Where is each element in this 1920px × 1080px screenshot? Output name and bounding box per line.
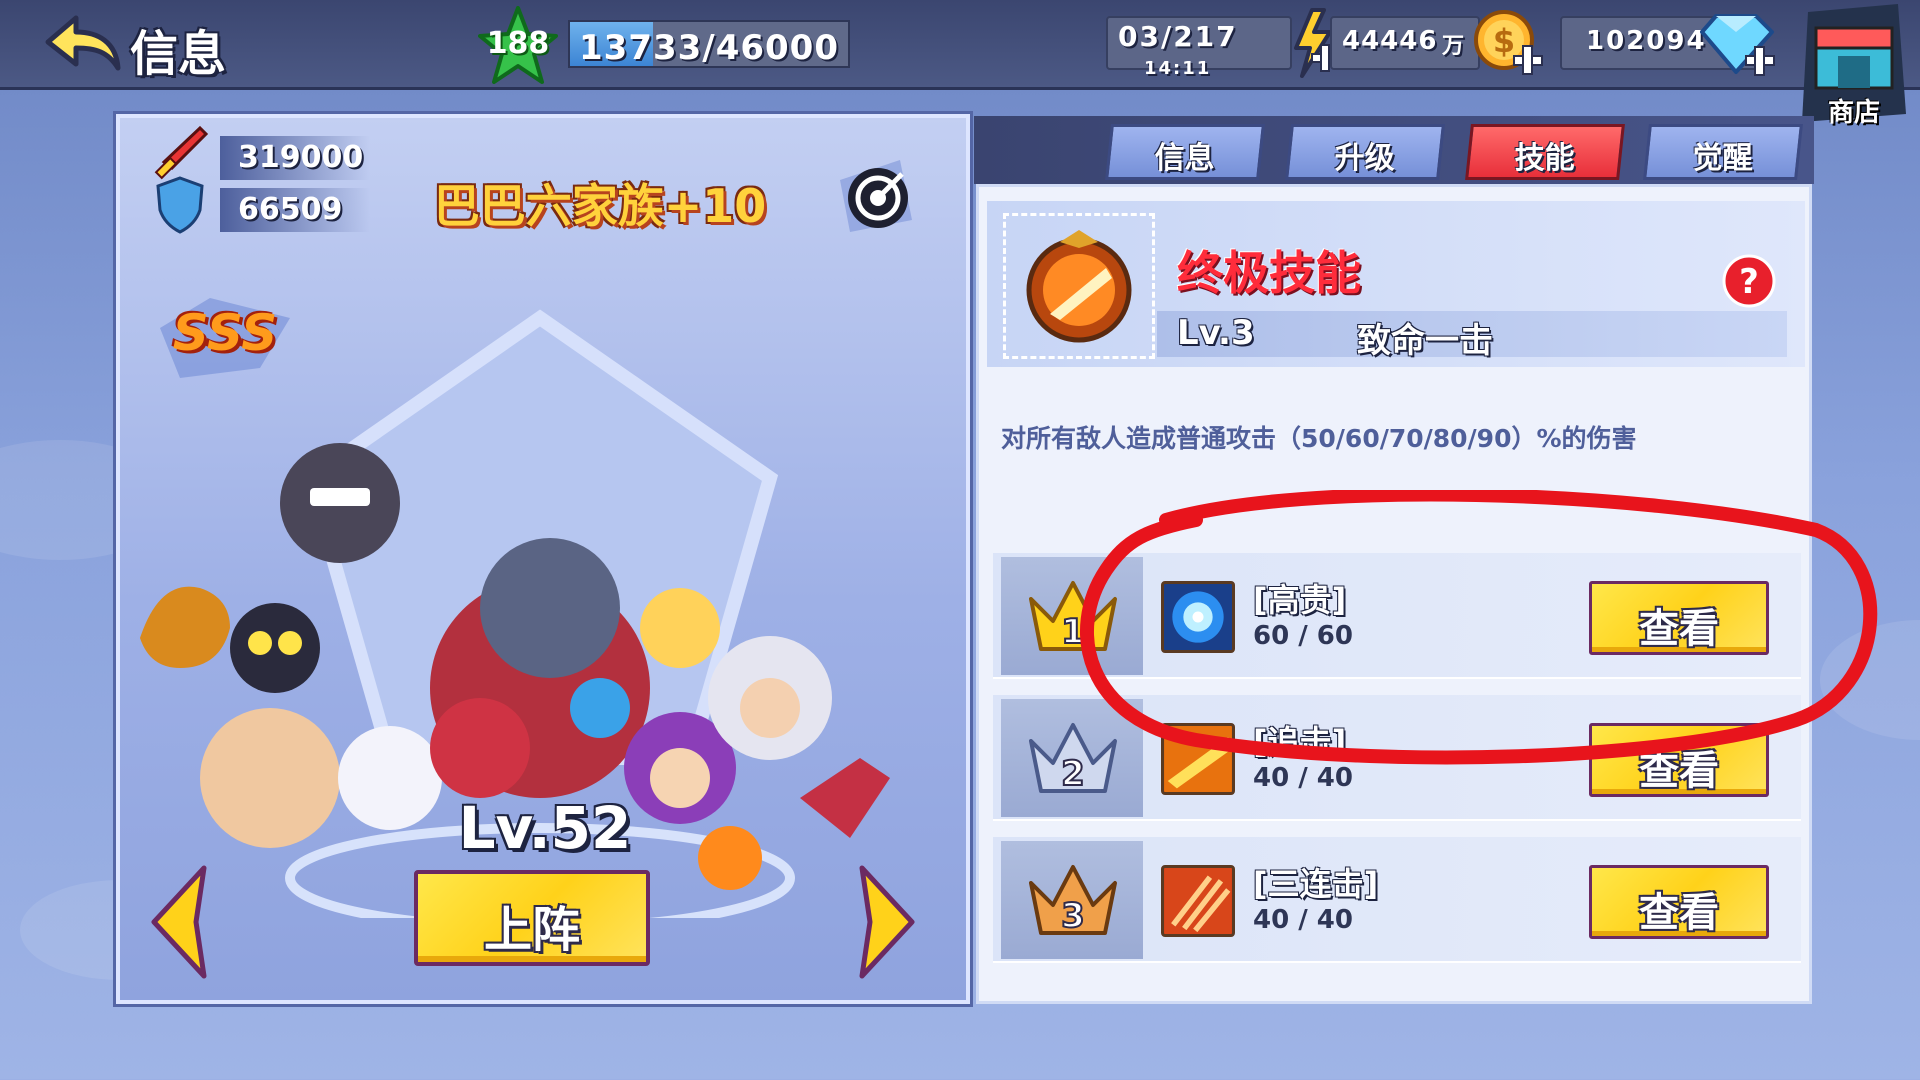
view-label: 查看: [1639, 606, 1719, 652]
gold-coin-icon[interactable]: $: [1470, 6, 1548, 80]
gold-crown-icon: 1: [1029, 581, 1117, 653]
view-skill-button[interactable]: 查看: [1589, 723, 1769, 797]
grade-text: SSS: [172, 304, 278, 362]
tab-label: 技能: [1514, 141, 1575, 176]
diamond-icon[interactable]: [1700, 10, 1780, 80]
stamina-value: 03/217: [1118, 20, 1238, 53]
skill-count: 40 / 40: [1253, 905, 1353, 935]
skill-row: 1 [高贵] 60 / 60 查看: [993, 553, 1801, 679]
previous-arrow-icon[interactable]: [148, 864, 212, 980]
ultimate-skill-header: 终极技能 ? Lv.3 致命一击: [987, 201, 1805, 367]
gem-value: 102094: [1586, 26, 1707, 56]
view-skill-button[interactable]: 查看: [1589, 865, 1769, 939]
skill-count: 60 / 60: [1253, 621, 1353, 651]
view-label: 查看: [1639, 748, 1719, 794]
defense-stat: 66509: [220, 188, 370, 232]
attack-stat: 319000: [220, 136, 370, 180]
help-icon[interactable]: ?: [1721, 253, 1777, 309]
rank-tile: 1: [1001, 557, 1143, 675]
skill-name: [三连击]: [1253, 865, 1379, 903]
view-label: 查看: [1639, 890, 1719, 936]
attack-value: 319000: [238, 140, 364, 175]
skill-row: 3 [三连击] 40 / 40 查看: [993, 837, 1801, 963]
skill-description: 对所有敌人造成普通攻击（50/60/70/80/90）%的伤害: [1001, 424, 1637, 453]
gold-box: 44446 万: [1330, 16, 1480, 70]
bronze-crown-icon: 3: [1029, 865, 1117, 937]
gold-value: 44446: [1342, 26, 1438, 56]
rank-number: 3: [1061, 896, 1085, 936]
skill-name: [高贵]: [1253, 581, 1347, 619]
skill-panel: 终极技能 ? Lv.3 致命一击 对所有敌人造成普通攻击（50/60/70/80…: [976, 184, 1812, 1004]
hero-level: Lv.52: [458, 794, 632, 862]
tab-label: 信息: [1154, 141, 1215, 176]
tab-upgrade[interactable]: 升级: [1285, 124, 1445, 180]
skill-count: 40 / 40: [1253, 763, 1353, 793]
tab-skills[interactable]: 技能: [1465, 124, 1625, 180]
skill-name: [追击]: [1253, 723, 1347, 761]
ultimate-name: 致命一击: [1357, 321, 1493, 361]
next-arrow-icon[interactable]: [854, 864, 918, 980]
back-arrow-icon[interactable]: [42, 12, 122, 74]
rank-number: 2: [1061, 754, 1085, 794]
shop-label: 商店: [1827, 98, 1880, 128]
exp-bar: 13733/46000: [568, 20, 850, 68]
ultimate-level: Lv.3: [1177, 313, 1255, 353]
claw-strike-icon[interactable]: [1161, 865, 1235, 937]
tab-bar: 信息 升级 技能 觉醒: [974, 116, 1814, 184]
ultimate-subtitle-bar: Lv.3 致命一击: [1157, 311, 1787, 361]
tab-awaken[interactable]: 觉醒: [1643, 124, 1803, 180]
silver-crown-icon: 2: [1029, 723, 1117, 795]
rank-number: 1: [1061, 612, 1085, 652]
stamina-box: 03/217 14:11: [1106, 16, 1292, 79]
deploy-button[interactable]: 上阵: [414, 870, 650, 966]
player-level: 188: [486, 26, 550, 61]
view-skill-button[interactable]: 查看: [1589, 581, 1769, 655]
svg-text:$: $: [1493, 22, 1515, 60]
team-name: 巴巴六家族+10: [433, 179, 767, 233]
tab-info[interactable]: 信息: [1105, 124, 1265, 180]
exp-text: 13733/46000: [579, 28, 839, 68]
rank-tile: 3: [1001, 841, 1143, 959]
fire-orb-icon: [1026, 230, 1132, 343]
svg-text:?: ?: [1739, 262, 1759, 302]
fire-slash-icon[interactable]: [1161, 723, 1235, 795]
rank-tile: 2: [1001, 699, 1143, 817]
ultimate-title: 终极技能: [1177, 246, 1361, 300]
defense-value: 66509: [238, 192, 343, 227]
blue-orb-icon[interactable]: [1161, 581, 1235, 653]
page-title: 信息: [130, 26, 227, 82]
tab-label: 升级: [1334, 141, 1395, 176]
defense-shield-icon: [156, 176, 204, 234]
stamina-timer: 14:11: [1144, 58, 1212, 79]
gold-unit: 万: [1442, 34, 1465, 59]
ultimate-icon-frame[interactable]: [1003, 213, 1155, 359]
hero-panel: 319000 66509 巴巴六家族+10 SSS Lv.52 上阵: [116, 114, 970, 1004]
target-icon[interactable]: [840, 160, 912, 232]
tab-label: 觉醒: [1692, 141, 1753, 176]
deploy-label: 上阵: [483, 902, 580, 958]
skill-row: 2 [追击] 40 / 40 查看: [993, 695, 1801, 821]
top-bar: 信息 188 13733/46000 03/217 14:11 44446 万 …: [0, 0, 1920, 128]
